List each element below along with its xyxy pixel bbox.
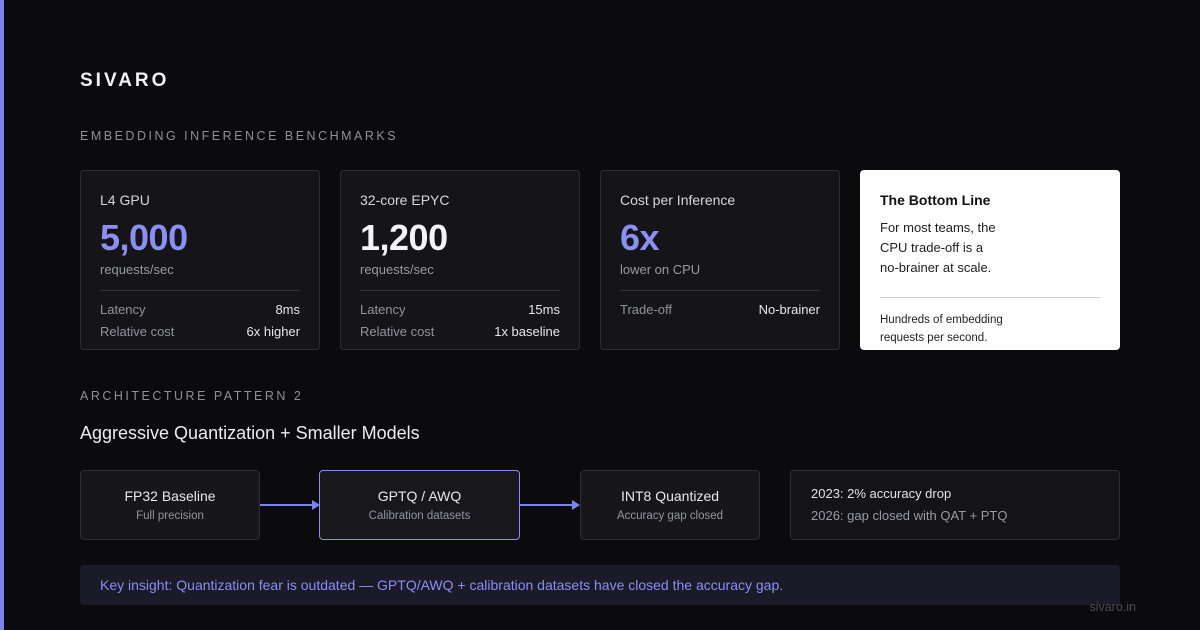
timeline-line-2026: 2026: gap closed with QAT + PTQ: [811, 508, 1008, 523]
bottom-line-card: The Bottom Line For most teams, the CPU …: [860, 170, 1120, 350]
benchmark-card-l4-gpu: L4 GPU 5,000 requests/sec Latency 8ms Re…: [80, 170, 320, 350]
card-title: L4 GPU: [100, 192, 150, 208]
step-subtitle: Full precision: [136, 510, 204, 522]
row-value: No-brainer: [758, 302, 820, 317]
row-value: 1x baseline: [494, 324, 560, 339]
pipeline-step-gptq-awq: GPTQ / AWQ Calibration datasets: [319, 470, 520, 540]
card-row-trade-off: Trade-off No-brainer: [620, 299, 820, 321]
benchmark-card-epyc: 32-core EPYC 1,200 requests/sec Latency …: [340, 170, 580, 350]
card-row-relative-cost: Relative cost 1x baseline: [360, 321, 560, 343]
step-subtitle: Accuracy gap closed: [616, 510, 724, 522]
row-label: Relative cost: [100, 324, 175, 339]
card-title: Cost per Inference: [620, 192, 736, 208]
card-metric-value: 5,000: [100, 217, 188, 258]
architecture-heading: Aggressive Quantization + Smaller Models: [80, 423, 420, 443]
step-name: FP32 Baseline: [124, 488, 216, 504]
bottom-line-title: The Bottom Line: [880, 192, 991, 208]
card-metric-value: 6x: [620, 217, 660, 258]
card-title: 32-core EPYC: [360, 192, 450, 208]
step-name: GPTQ / AWQ: [377, 488, 462, 504]
bottom-line-body: For most teams, the CPU trade-off is a n…: [880, 220, 996, 275]
left-accent-bar: [0, 0, 4, 630]
pipeline-step-fp32: FP32 Baseline Full precision: [80, 470, 260, 540]
row-label: Relative cost: [360, 324, 435, 339]
timeline-line-2023: 2023: 2% accuracy drop: [811, 486, 952, 501]
row-label: Trade-off: [620, 302, 673, 317]
card-metric-unit: requests/sec: [100, 262, 174, 277]
arrow-right-icon: [260, 500, 320, 510]
bottom-line-footnote: Hundreds of embedding requests per secon…: [880, 314, 1003, 344]
card-metric-value: 1,200: [360, 217, 448, 258]
arrow-right-icon: [520, 500, 580, 510]
key-insight-banner: Key insight: Quantization fear is outdat…: [80, 565, 1120, 605]
step-subtitle: Calibration datasets: [368, 510, 471, 522]
row-value: 6x higher: [246, 324, 300, 339]
row-value: 15ms: [528, 302, 560, 317]
bottom-line-divider: [880, 297, 1100, 298]
row-value: 8ms: [275, 302, 300, 317]
card-row-latency: Latency 15ms: [360, 299, 560, 321]
card-metric-unit: lower on CPU: [620, 262, 701, 277]
card-metric-unit: requests/sec: [360, 262, 434, 277]
footer-url: sivaro.in: [1089, 600, 1136, 614]
benchmark-card-cost-per-inference: Cost per Inference 6x lower on CPU Trade…: [600, 170, 840, 350]
card-row-latency: Latency 8ms: [100, 299, 300, 321]
brand-logo: SIVARO: [80, 70, 170, 91]
accuracy-timeline-card: 2023: 2% accuracy drop 2026: gap closed …: [790, 470, 1120, 540]
step-name: INT8 Quantized: [620, 488, 720, 504]
row-label: Latency: [360, 302, 406, 317]
card-row-relative-cost: Relative cost 6x higher: [100, 321, 300, 343]
pipeline-step-int8: INT8 Quantized Accuracy gap closed: [580, 470, 760, 540]
architecture-section-label: ARCHITECTURE PATTERN 2: [80, 389, 304, 403]
benchmarks-section-label: EMBEDDING INFERENCE BENCHMARKS: [80, 129, 399, 143]
card-divider: [360, 290, 560, 291]
card-divider: [620, 290, 820, 291]
row-label: Latency: [100, 302, 146, 317]
card-divider: [100, 290, 300, 291]
